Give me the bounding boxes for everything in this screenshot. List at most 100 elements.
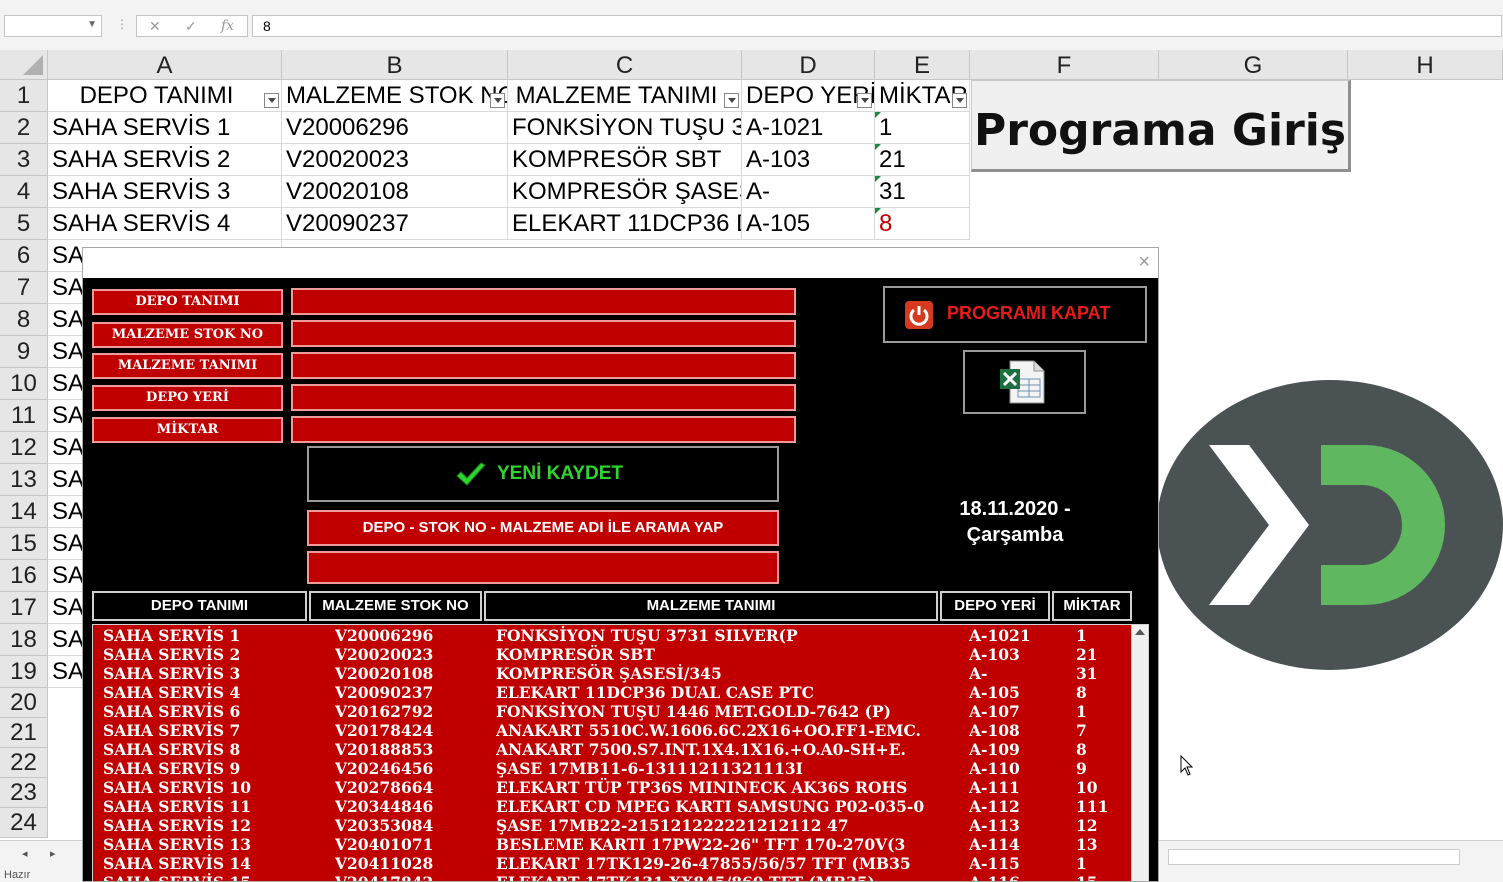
row-header[interactable]: 9 — [0, 336, 48, 368]
filter-dropdown-icon[interactable] — [952, 93, 967, 108]
column-header[interactable]: G — [1159, 50, 1348, 80]
row-header[interactable]: 12 — [0, 432, 48, 464]
list-item[interactable]: SAHA SERVİS 8 V20188853 ANAKART 7500.S7.IN… — [93, 740, 1133, 759]
column-header[interactable]: F — [970, 50, 1159, 80]
row-header[interactable]: 14 — [0, 496, 48, 528]
select-all-corner[interactable] — [0, 50, 48, 80]
list-item[interactable]: SAHA SERVİS 13 V20401071 BESLEME KARTI 17P… — [93, 835, 1133, 854]
row-header[interactable]: 21 — [0, 718, 48, 748]
cell[interactable]: A-103 — [742, 144, 875, 176]
row-header[interactable]: 23 — [0, 778, 48, 808]
search-button[interactable]: DEPO - STOK NO - MALZEME ADI İLE ARAMA Y… — [307, 510, 779, 546]
input-depo-yeri[interactable] — [291, 384, 796, 411]
row-header[interactable]: 24 — [0, 808, 48, 838]
cell[interactable]: MALZEME STOK NO — [282, 80, 508, 112]
list-item[interactable]: SAHA SERVİS 11 V20344846 ELEKART CD MPEG K… — [93, 797, 1133, 816]
row-header[interactable]: 6 — [0, 240, 48, 272]
cell[interactable]: DEPO YERİ — [742, 80, 875, 112]
row-header[interactable]: 5 — [0, 208, 48, 240]
cell[interactable]: FONKSİYON TUŞU 3731 SILVER(P — [508, 112, 742, 144]
list-item[interactable]: SAHA SERVİS 14 V20411028 ELEKART 17TK129-2… — [93, 854, 1133, 873]
cell[interactable]: SAHA SERVİS 4 — [48, 208, 282, 240]
export-excel-button[interactable] — [963, 350, 1086, 414]
prev-sheet-icon[interactable]: ◂ — [22, 847, 28, 860]
cell[interactable]: SAHA SERVİS 3 — [48, 176, 282, 208]
list-item[interactable]: SAHA SERVİS 4 V20090237 ELEKART 11DCP36 DU… — [93, 683, 1133, 702]
column-header[interactable]: A — [48, 50, 282, 80]
list-item[interactable]: SAHA SERVİS 6 V20162792 FONKSİYON TUŞU 144… — [93, 702, 1133, 721]
column-header[interactable]: E — [875, 50, 970, 80]
list-item[interactable]: SAHA SERVİS 12 V20353084 ŞASE 17MB22-21512… — [93, 816, 1133, 835]
cell[interactable]: SAHA SERVİS 1 — [48, 112, 282, 144]
row-header[interactable]: 16 — [0, 560, 48, 592]
row-header[interactable]: 18 — [0, 624, 48, 656]
column-header[interactable]: H — [1348, 50, 1503, 80]
records-listbox[interactable]: SAHA SERVİS 15 V20417842 ELEKART 17TK131-X… — [92, 624, 1149, 881]
row-header[interactable]: 3 — [0, 144, 48, 176]
row-header[interactable]: 15 — [0, 528, 48, 560]
cell[interactable]: 1 — [875, 112, 970, 144]
horizontal-scrollbar[interactable] — [1168, 849, 1460, 865]
list-item[interactable]: SAHA SERVİS 7 V20178424 ANAKART 5510C.W.16… — [93, 721, 1133, 740]
list-item[interactable]: SAHA SERVİS 2 V20020023 KOMPRESÖR SBT A-103… — [93, 645, 1133, 664]
cell[interactable]: ELEKART 11DCP36 DUAL CASE PTC — [508, 208, 742, 240]
cell[interactable]: KOMPRESÖR SBT — [508, 144, 742, 176]
column-header[interactable]: C — [508, 50, 742, 80]
close-program-button[interactable]: PROGRAMI KAPAT — [883, 286, 1147, 343]
cell[interactable]: DEPO TANIMI — [48, 80, 282, 112]
row-header[interactable]: 1 — [0, 80, 48, 112]
chevron-down-icon[interactable]: ▼ — [87, 19, 97, 30]
input-depo-tanimi[interactable] — [291, 288, 796, 315]
cell[interactable]: A- — [742, 176, 875, 208]
cell[interactable]: MALZEME TANIMI — [508, 80, 742, 112]
formula-input[interactable]: 8 — [252, 15, 1502, 37]
column-header[interactable]: D — [742, 50, 875, 80]
list-item[interactable]: SAHA SERVİS 10 V20278664 ELEKART TÜP TP36S… — [93, 778, 1133, 797]
drag-handle-icon[interactable]: ⋮ — [116, 17, 128, 31]
input-malzeme-stok-no[interactable] — [291, 320, 796, 347]
enter-icon[interactable]: ✓ — [185, 18, 197, 35]
save-new-button[interactable]: YENİ KAYDET — [307, 446, 779, 502]
row-header[interactable]: 13 — [0, 464, 48, 496]
row-header[interactable]: 22 — [0, 748, 48, 778]
row-header[interactable]: 20 — [0, 688, 48, 718]
cell[interactable]: V20020108 — [282, 176, 508, 208]
row-header[interactable]: 17 — [0, 592, 48, 624]
list-item[interactable]: SAHA SERVİS 1 V20006296 FONKSİYON TUŞU 373… — [93, 626, 1133, 645]
program-entry-button[interactable]: Programa Giriş — [971, 80, 1351, 172]
filter-dropdown-icon[interactable] — [490, 93, 505, 108]
cell[interactable]: 31 — [875, 176, 970, 208]
list-item[interactable]: SAHA SERVİS 15 V20417842 ELEKART 17TK131-X… — [93, 873, 1133, 881]
vertical-scrollbar[interactable] — [1131, 625, 1148, 881]
filter-dropdown-icon[interactable] — [264, 93, 279, 108]
row-header[interactable]: 11 — [0, 400, 48, 432]
row-header[interactable]: 19 — [0, 656, 48, 688]
list-item[interactable]: SAHA SERVİS 9 V20246456 ŞASE 17MB11-6-1311… — [93, 759, 1133, 778]
input-miktar[interactable] — [291, 416, 796, 443]
cell[interactable]: 21 — [875, 144, 970, 176]
cell[interactable]: SAHA SERVİS 2 — [48, 144, 282, 176]
cell[interactable]: MİKTAR — [875, 80, 970, 112]
cell[interactable]: V20020023 — [282, 144, 508, 176]
scroll-up-icon[interactable] — [1135, 629, 1145, 635]
search-input[interactable] — [307, 551, 779, 584]
function-icon[interactable]: fx — [221, 18, 234, 34]
next-sheet-icon[interactable]: ▸ — [50, 847, 56, 860]
row-header[interactable]: 4 — [0, 176, 48, 208]
cell[interactable]: A-105 — [742, 208, 875, 240]
filter-dropdown-icon[interactable] — [724, 93, 739, 108]
row-header[interactable]: 8 — [0, 304, 48, 336]
list-item[interactable]: SAHA SERVİS 3 V20020108 KOMPRESÖR ŞASESİ/3… — [93, 664, 1133, 683]
cell[interactable]: A-1021 — [742, 112, 875, 144]
row-header[interactable]: 7 — [0, 272, 48, 304]
row-header[interactable]: 10 — [0, 368, 48, 400]
cell[interactable]: 8 — [875, 208, 970, 240]
column-header[interactable]: B — [282, 50, 508, 80]
cell[interactable]: KOMPRESÖR ŞASESİ/345 — [508, 176, 742, 208]
input-malzeme-tanimi[interactable] — [291, 352, 796, 379]
cancel-icon[interactable]: ✕ — [149, 18, 161, 35]
name-box[interactable]: ▼ — [4, 15, 102, 37]
cell[interactable]: V20006296 — [282, 112, 508, 144]
close-icon[interactable]: × — [1138, 251, 1150, 274]
cell[interactable]: V20090237 — [282, 208, 508, 240]
